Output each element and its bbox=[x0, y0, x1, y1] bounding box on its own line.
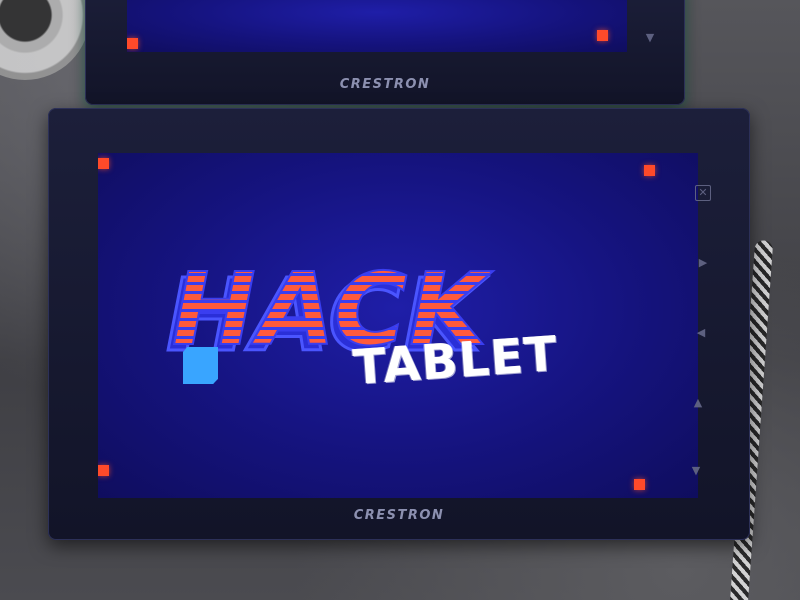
back-icon[interactable]: ◀ bbox=[691, 323, 711, 343]
down-arrow-icon[interactable]: ▼ bbox=[640, 28, 660, 48]
corner-marker-top-left bbox=[98, 158, 109, 169]
corner-marker-bottom-left bbox=[98, 465, 109, 476]
down-icon[interactable]: ▼ bbox=[686, 461, 706, 481]
cursor-block bbox=[183, 347, 218, 384]
up-icon[interactable]: ▲ bbox=[688, 393, 708, 413]
back-touch-panel: ▼ CRESTRON bbox=[85, 0, 685, 105]
corner-marker-top-right bbox=[644, 165, 655, 176]
corner-marker-bottom-left bbox=[127, 38, 138, 49]
play-icon[interactable]: ▶ bbox=[693, 253, 713, 273]
front-touch-panel: HACK HACK TABLET ✕ ▶ ◀ ▲ ▼ CRESTRON bbox=[48, 108, 750, 540]
front-panel-brand: CRESTRON bbox=[353, 508, 445, 523]
front-panel-screen[interactable]: HACK HACK TABLET bbox=[98, 153, 698, 498]
photo-scene: ▼ CRESTRON HACK HACK TABLET ✕ ▶ ◀ ▲ ▼ CR… bbox=[0, 0, 800, 600]
corner-marker-bottom-right bbox=[634, 479, 645, 490]
wire-spool bbox=[0, 0, 90, 80]
back-panel-brand: CRESTRON bbox=[339, 77, 431, 92]
close-icon[interactable]: ✕ bbox=[695, 185, 711, 201]
back-panel-screen bbox=[127, 0, 627, 52]
corner-marker-bottom-right bbox=[597, 30, 608, 41]
